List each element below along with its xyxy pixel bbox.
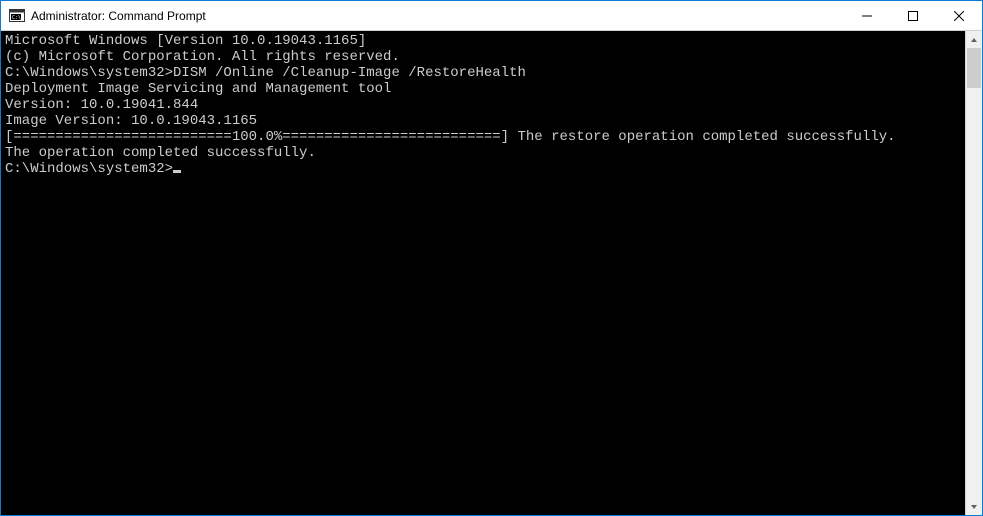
cursor bbox=[173, 170, 181, 173]
console-line: Version: 10.0.19041.844 bbox=[5, 97, 961, 113]
vertical-scrollbar[interactable] bbox=[965, 31, 982, 515]
cmd-icon: C:\ bbox=[9, 8, 25, 24]
scroll-up-button[interactable] bbox=[966, 31, 982, 48]
console-output[interactable]: Microsoft Windows [Version 10.0.19043.11… bbox=[1, 31, 965, 515]
console-line: C:\Windows\system32>DISM /Online /Cleanu… bbox=[5, 65, 961, 81]
svg-text:C:\: C:\ bbox=[12, 15, 21, 21]
console-line: The operation completed successfully. bbox=[5, 145, 961, 161]
command-prompt-window: C:\ Administrator: Command Prompt Micros… bbox=[0, 0, 983, 516]
window-title: Administrator: Command Prompt bbox=[31, 9, 206, 23]
console-body: Microsoft Windows [Version 10.0.19043.11… bbox=[1, 31, 982, 515]
minimize-button[interactable] bbox=[844, 1, 890, 31]
close-button[interactable] bbox=[936, 1, 982, 31]
console-line: (c) Microsoft Corporation. All rights re… bbox=[5, 49, 961, 65]
console-line: Image Version: 10.0.19043.1165 bbox=[5, 113, 961, 129]
maximize-button[interactable] bbox=[890, 1, 936, 31]
prompt-text: C:\Windows\system32> bbox=[5, 161, 173, 177]
titlebar[interactable]: C:\ Administrator: Command Prompt bbox=[1, 1, 982, 31]
console-prompt[interactable]: C:\Windows\system32> bbox=[5, 161, 961, 177]
scroll-thumb[interactable] bbox=[967, 48, 981, 88]
console-line: Deployment Image Servicing and Managemen… bbox=[5, 81, 961, 97]
console-line: [==========================100.0%=======… bbox=[5, 129, 961, 145]
console-line: Microsoft Windows [Version 10.0.19043.11… bbox=[5, 33, 961, 49]
scroll-down-button[interactable] bbox=[966, 498, 982, 515]
